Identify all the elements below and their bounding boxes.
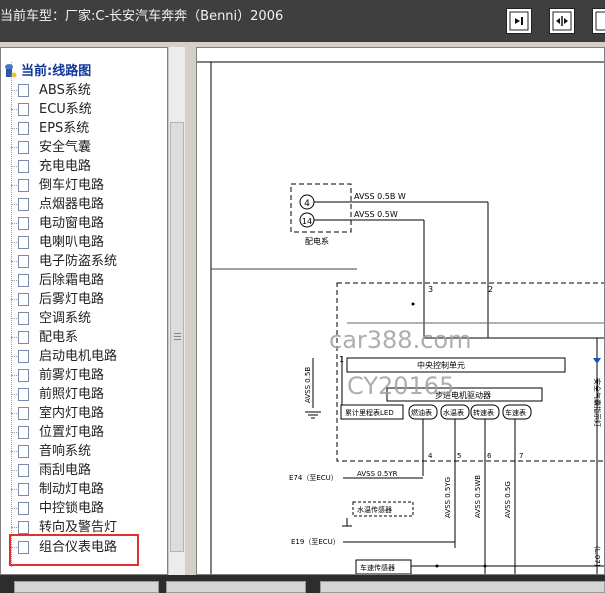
tree-item-horn[interactable]: 电喇叭电路 xyxy=(1,233,167,252)
tree-item-abs[interactable]: ABS系统 xyxy=(1,81,167,100)
wiring-diagram-viewer[interactable]: 4 14 配电系 AVSS 0.5B W AVSS 0.5W 3 2 1 中央控… xyxy=(196,47,605,575)
wiring-diagram: 4 14 配电系 AVSS 0.5B W AVSS 0.5W 3 2 1 中央控… xyxy=(197,61,604,574)
document-icon xyxy=(18,84,29,97)
watermark-code: CY20165 xyxy=(347,372,454,400)
tree-item-air-conditioning[interactable]: 空调系统 xyxy=(1,309,167,328)
tree-item-rear-fog[interactable]: 后雾灯电路 xyxy=(1,290,167,309)
watermark-site: car388.com xyxy=(329,326,471,354)
fit-page-button[interactable] xyxy=(506,8,532,34)
central-control-unit: 中央控制单元 xyxy=(417,360,465,370)
wire-avss-05wb: AVSS 0.5WB xyxy=(474,475,482,518)
tree-item-reverse-lamp[interactable]: 倒车灯电路 xyxy=(1,176,167,195)
document-icon xyxy=(18,274,29,287)
document-icon xyxy=(18,369,29,382)
distribution-label: 配电系 xyxy=(305,236,329,246)
selection-highlight-box xyxy=(9,534,139,566)
odometer-led: 累计里程表LED xyxy=(345,408,394,417)
fit-width-button[interactable] xyxy=(549,8,575,34)
document-icon xyxy=(18,464,29,477)
pin-6: 6 xyxy=(487,452,492,460)
tree-item-position-lamp[interactable]: 位置灯电路 xyxy=(1,423,167,442)
right-bottom-label: (L.07) xyxy=(593,546,601,567)
document-icon xyxy=(18,141,29,154)
tree-root-label: 当前:线路图 xyxy=(21,64,92,79)
document-icon xyxy=(18,312,29,325)
document-icon xyxy=(18,445,29,458)
fit-height-icon xyxy=(595,11,605,31)
tree-item-headlamp[interactable]: 前照灯电路 xyxy=(1,385,167,404)
document-icon xyxy=(18,388,29,401)
pin-14: 14 xyxy=(302,217,312,226)
speed-sensor: 车速传感器 xyxy=(360,563,395,572)
document-icon xyxy=(18,179,29,192)
document-icon xyxy=(18,407,29,420)
tree-item-power-window[interactable]: 电动窗电路 xyxy=(1,214,167,233)
tree-item-airbag[interactable]: 安全气囊 xyxy=(1,138,167,157)
pin-7: 7 xyxy=(519,452,523,460)
document-icon xyxy=(18,331,29,344)
bottom-tab-2[interactable] xyxy=(166,581,306,593)
document-icon xyxy=(18,198,29,211)
tree-item-interior-lamp[interactable]: 室内灯电路 xyxy=(1,404,167,423)
tree-item-brake-lamp[interactable]: 制动灯电路 xyxy=(1,480,167,499)
gauge-water: 水温表 xyxy=(443,408,464,417)
document-icon xyxy=(18,122,29,135)
vehicle-model-title: 当前车型：厂家:C-长安汽车奔奔（Benni）2006 xyxy=(0,9,284,24)
diagram-horizontal-scrollbar[interactable] xyxy=(320,581,605,593)
document-icon xyxy=(18,236,29,249)
tree-item-front-fog[interactable]: 前雾灯电路 xyxy=(1,366,167,385)
pin-2: 2 xyxy=(488,285,493,294)
pin-4b: 4 xyxy=(428,452,433,460)
tree-scrollbar-thumb[interactable] xyxy=(170,122,184,552)
gauge-tach: 转速表 xyxy=(473,408,494,417)
document-icon xyxy=(18,483,29,496)
tree-item-ecu[interactable]: ECU系统 xyxy=(1,100,167,119)
tree-item-charging[interactable]: 充电电路 xyxy=(1,157,167,176)
bottom-tab-1[interactable] xyxy=(14,581,159,593)
water-sensor: 水温传感器 xyxy=(357,505,392,514)
wire-left-vertical: AVSS 0.5B xyxy=(304,367,312,403)
document-icon xyxy=(18,103,29,116)
tree-item-anti-theft[interactable]: 电子防盗系统 xyxy=(1,252,167,271)
title-bar: 当前车型：厂家:C-长安汽车奔奔（Benni）2006 xyxy=(0,0,605,42)
tree-item-wiper[interactable]: 雨刮电路 xyxy=(1,461,167,480)
wire-avss-05yg: AVSS 0.5YG xyxy=(444,477,452,518)
bottom-bar xyxy=(0,575,605,593)
wire-avss-05yr: AVSS 0.5YR xyxy=(357,470,398,478)
circuit-tree: 当前:线路图 ABS系统 ECU系统 EPS系统 安全气囊 充电电路 倒车灯电路… xyxy=(0,47,168,575)
document-icon xyxy=(18,350,29,363)
document-icon xyxy=(18,160,29,173)
tree-item-rear-defrost[interactable]: 后除霜电路 xyxy=(1,271,167,290)
pin-4: 4 xyxy=(304,199,310,209)
e19-label: E19（至ECU） xyxy=(291,538,340,546)
wire-avss-05g: AVSS 0.5G xyxy=(504,481,512,518)
document-icon xyxy=(18,255,29,268)
tree-item-starter[interactable]: 启动电机电路 xyxy=(1,347,167,366)
gauge-fuel: 燃油表 xyxy=(411,408,432,417)
tree-item-central-lock[interactable]: 中控锁电路 xyxy=(1,499,167,518)
fit-page-icon xyxy=(509,11,529,31)
right-vertical-label: 安全气囊指示灯 xyxy=(593,378,602,427)
document-icon xyxy=(18,521,29,534)
pin-5: 5 xyxy=(457,452,461,460)
fit-width-icon xyxy=(552,11,572,31)
circuit-root-icon xyxy=(5,64,17,78)
document-icon xyxy=(18,502,29,515)
pin-3: 3 xyxy=(428,285,433,294)
tree-item-audio[interactable]: 音响系统 xyxy=(1,442,167,461)
tree-root[interactable]: 当前:线路图 xyxy=(1,62,167,81)
tree-scrollbar[interactable] xyxy=(168,47,185,575)
fit-height-button[interactable] xyxy=(592,8,605,34)
tree-item-power-distribution[interactable]: 配电系 xyxy=(1,328,167,347)
document-icon xyxy=(18,426,29,439)
tree-item-eps[interactable]: EPS系统 xyxy=(1,119,167,138)
e74-label: E74（至ECU） xyxy=(289,474,338,482)
document-icon xyxy=(18,293,29,306)
gauge-speed: 车速表 xyxy=(505,408,526,417)
document-icon xyxy=(18,217,29,230)
wire-avss-052w: AVSS 0.5B W xyxy=(354,192,406,201)
wire-avss-05w: AVSS 0.5W xyxy=(354,210,398,219)
tree-item-cigarette-lighter[interactable]: 点烟器电路 xyxy=(1,195,167,214)
